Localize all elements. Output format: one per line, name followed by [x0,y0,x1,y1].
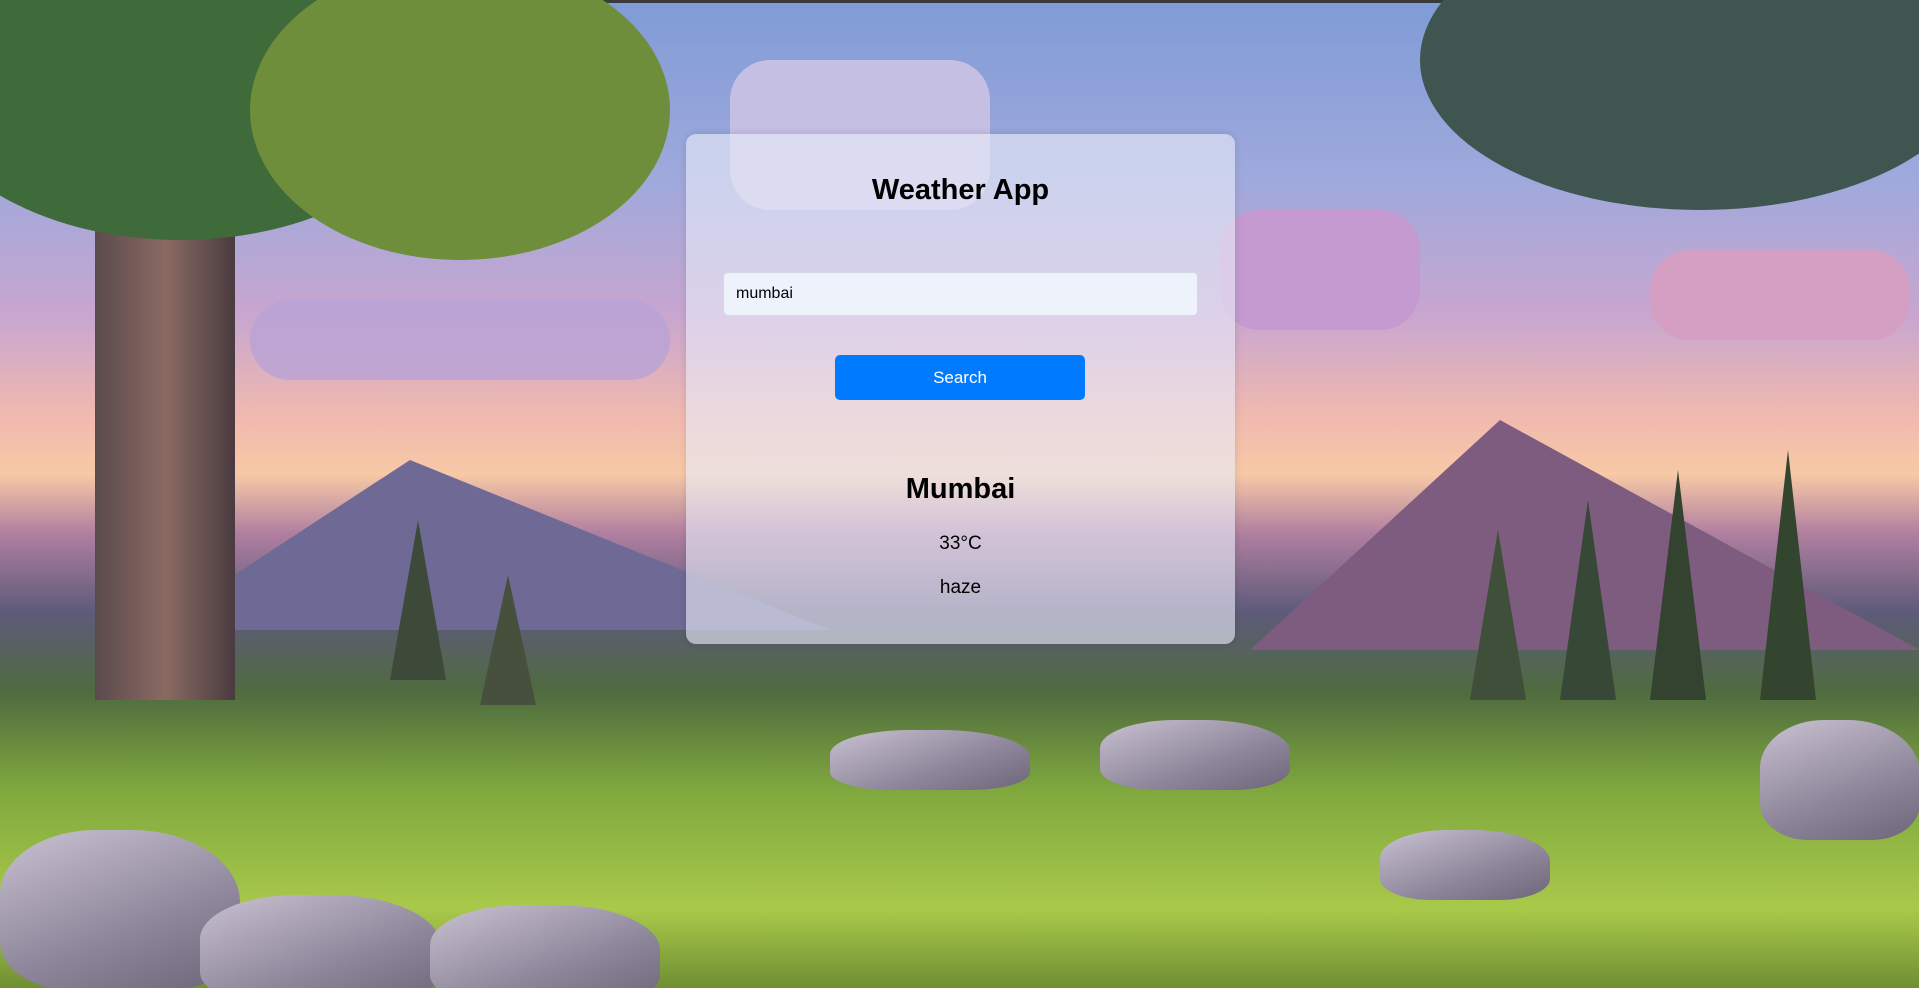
app-background: Weather App Search Mumbai 33°C haze [0,0,1919,988]
rock [200,895,440,988]
rock [430,905,660,988]
rock [830,730,1030,790]
rock [1100,720,1290,790]
background-cloud [1650,250,1910,340]
background-cloud [1220,210,1420,330]
rock [1760,720,1919,840]
pine-tree [1760,450,1816,700]
tree-canopy [250,0,670,260]
city-name: Mumbai [905,473,1016,505]
weather-description: haze [939,577,982,598]
rock [1380,830,1550,900]
pine-tree [390,520,446,680]
tree-canopy [1420,0,1919,210]
pine-tree [1560,500,1616,700]
pine-tree [1650,470,1706,700]
background-cloud [250,300,670,380]
search-button[interactable]: Search [835,355,1085,400]
pine-tree [480,575,536,705]
app-title: Weather App [871,174,1050,206]
weather-card: Weather App Search Mumbai 33°C haze [686,134,1235,644]
city-search-input[interactable] [723,272,1198,316]
temperature-value: 33°C [939,533,982,554]
pine-tree [1470,530,1526,700]
